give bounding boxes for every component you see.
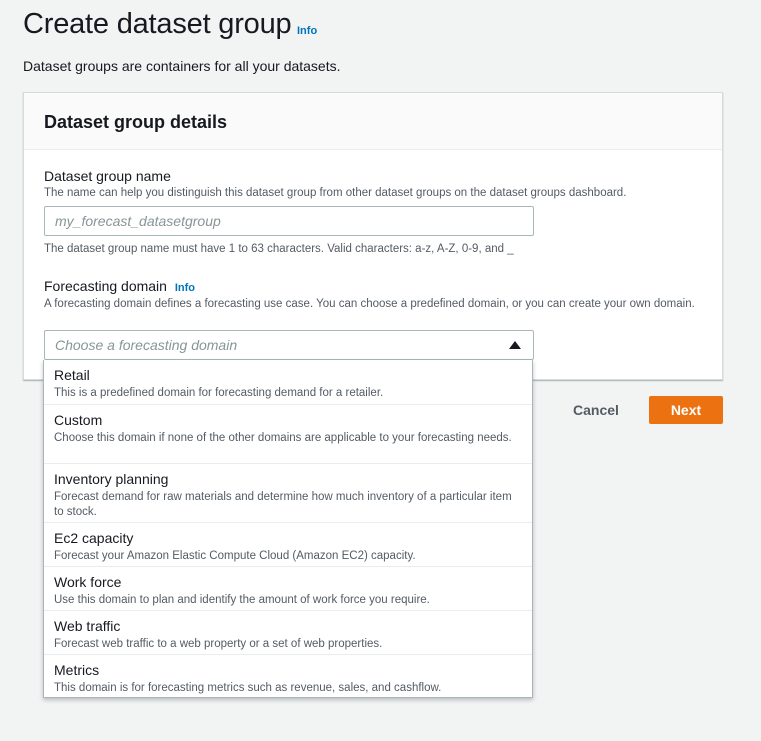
option-description: Use this domain to plan and identify the… (54, 594, 430, 606)
page-description: Dataset groups are containers for all yo… (23, 58, 341, 74)
forecasting-domain-description: A forecasting domain defines a forecasti… (44, 298, 695, 310)
option-label: Web traffic (54, 618, 121, 634)
domain-option-metrics[interactable]: Metrics This domain is for forecasting m… (44, 654, 532, 698)
forecasting-domain-select[interactable]: Choose a forecasting domain (44, 330, 534, 360)
domain-option-work-force[interactable]: Work force Use this domain to plan and i… (44, 566, 532, 611)
forecasting-domain-placeholder: Choose a forecasting domain (55, 337, 238, 353)
option-description: Choose this domain if none of the other … (54, 432, 512, 444)
option-description: Forecast your Amazon Elastic Compute Clo… (54, 550, 416, 562)
forecasting-domain-info-link[interactable]: Info (175, 282, 195, 294)
domain-option-ec2-capacity[interactable]: Ec2 capacity Forecast your Amazon Elasti… (44, 522, 532, 567)
domain-option-retail[interactable]: Retail This is a predefined domain for f… (44, 360, 532, 405)
domain-option-custom[interactable]: Custom Choose this domain if none of the… (44, 404, 532, 464)
dataset-group-name-description: The name can help you distinguish this d… (44, 187, 627, 199)
title-info-link[interactable]: Info (297, 25, 317, 37)
option-label: Inventory planning (54, 471, 169, 487)
cancel-button[interactable]: Cancel (562, 396, 630, 424)
next-button[interactable]: Next (649, 396, 723, 424)
option-description: This domain is for forecasting metrics s… (54, 682, 442, 694)
option-description: Forecast demand for raw materials and de… (54, 491, 512, 518)
forecasting-domain-dropdown: Retail This is a predefined domain for f… (43, 360, 533, 698)
option-label: Custom (54, 412, 103, 428)
dataset-group-name-label: Dataset group name (44, 168, 171, 184)
dataset-group-details-panel: Dataset group details Dataset group name… (23, 92, 723, 380)
option-description: Forecast web traffic to a web property o… (54, 638, 383, 650)
dataset-group-name-input[interactable] (44, 206, 534, 236)
option-label: Work force (54, 574, 122, 590)
option-label: Ec2 capacity (54, 530, 134, 546)
caret-up-icon (509, 341, 521, 349)
dataset-group-name-constraint: The dataset group name must have 1 to 63… (44, 243, 514, 255)
domain-option-inventory-planning[interactable]: Inventory planning Forecast demand for r… (44, 463, 532, 523)
option-description: This is a predefined domain for forecast… (54, 387, 384, 399)
option-label: Retail (54, 367, 90, 383)
option-label: Metrics (54, 662, 100, 678)
panel-header: Dataset group details (24, 93, 722, 150)
panel-title: Dataset group details (44, 112, 228, 132)
forecasting-domain-label: Forecasting domain (44, 278, 167, 294)
forecasting-domain-label-row: Forecasting domain Info (44, 278, 195, 294)
domain-option-web-traffic[interactable]: Web traffic Forecast web traffic to a we… (44, 610, 532, 655)
page-title: Create dataset group (23, 8, 292, 40)
